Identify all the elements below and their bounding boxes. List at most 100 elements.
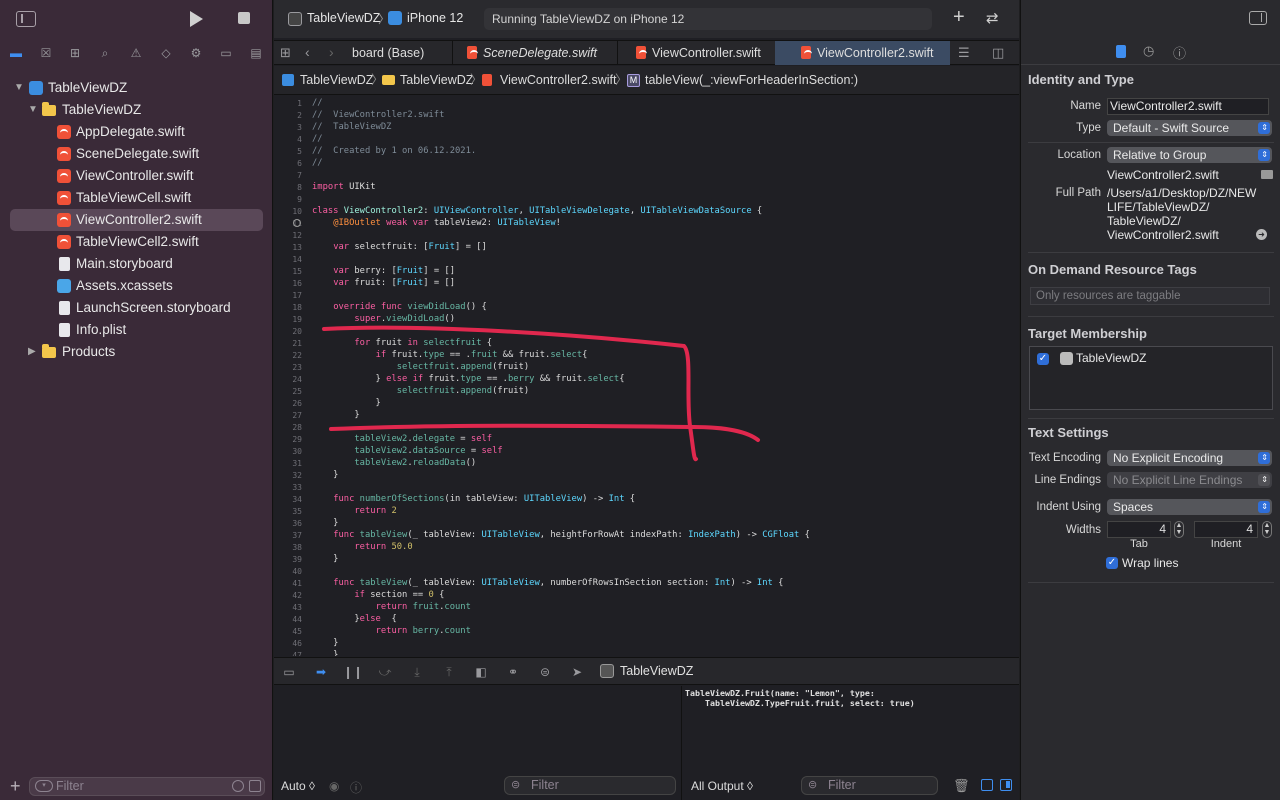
add-icon[interactable]: + (10, 776, 21, 797)
tree-file-row[interactable]: Assets.xcassets (0, 275, 273, 297)
issue-navigator-icon[interactable]: ⚠ (126, 44, 146, 62)
help-inspector-icon[interactable]: ⓘ (1173, 43, 1186, 62)
editor-options-icon[interactable]: ☰ (958, 45, 970, 61)
filter-icon: ⊜ (511, 779, 521, 791)
tree-file-row[interactable]: TableViewCell2.swift (0, 231, 273, 253)
tab-main-storyboard[interactable]: board (Base) (346, 41, 452, 65)
split-editor-icon[interactable]: ◫ (992, 45, 1004, 61)
encoding-popup[interactable]: No Explicit Encoding ⇕ (1107, 450, 1272, 466)
step-out-icon[interactable]: ⤒ (440, 664, 458, 680)
breakpoint-navigator-icon[interactable]: ▭ (216, 44, 236, 62)
show-variables-icon[interactable] (981, 779, 993, 791)
indent-using-popup[interactable]: Spaces ⇕ (1107, 499, 1272, 515)
editor-area: TableViewDZ 〉 iPhone 12 Running TableVie… (274, 0, 1019, 800)
tree-project-row[interactable]: ▼ TableViewDZ (0, 77, 273, 99)
target-checkbox[interactable]: ✓ (1037, 353, 1049, 365)
jump-file[interactable]: ViewController2.swift (500, 66, 616, 95)
wrap-lines-checkbox[interactable]: ✓ (1106, 557, 1118, 569)
tree-file-row[interactable]: ViewController.swift (0, 165, 273, 187)
jump-group[interactable]: TableViewDZ (400, 66, 473, 95)
tree-file-row[interactable]: Main.storyboard (0, 253, 273, 275)
breakpoints-toggle-icon[interactable]: ➡ (312, 664, 330, 680)
eye-icon[interactable]: ◉ (329, 779, 339, 793)
navigator-sidebar: ▬ ☒ ⊞ ⌕ ⚠ ◇ ⚙ ▭ ▤ ▼ TableViewDZ ▼ TableV… (0, 0, 273, 800)
environment-overrides-icon[interactable]: ⊜ (536, 664, 554, 680)
stop-button[interactable] (238, 12, 250, 24)
grid-icon[interactable]: ⊞ (280, 45, 291, 61)
memory-graph-icon[interactable]: ⚭ (504, 664, 522, 680)
line-endings-popup[interactable]: No Explicit Line Endings ⇕ (1107, 472, 1272, 488)
scheme-selector[interactable]: TableViewDZ (307, 11, 380, 25)
variables-filter-input[interactable]: ⊜ Filter (504, 776, 676, 795)
source-control-icon[interactable]: ☒ (36, 44, 56, 62)
trash-icon[interactable]: 🗑 (953, 778, 970, 794)
indent-width-field[interactable]: 4 (1194, 521, 1258, 538)
disclosure-open-icon[interactable]: ▼ (28, 99, 38, 121)
tree-group-row[interactable]: ▼ TableViewDZ (0, 99, 273, 121)
reveal-arrow-icon[interactable]: ➜ (1256, 229, 1267, 240)
tree-file-row[interactable]: LaunchScreen.storyboard (0, 297, 273, 319)
filter-options-icon[interactable]: ▾ (35, 780, 53, 792)
debug-navigator-icon[interactable]: ⚙ (186, 44, 206, 62)
jump-symbol[interactable]: tableView(_:viewForHeaderInSection:) (645, 66, 858, 95)
folder-icon[interactable] (1261, 170, 1273, 179)
pause-icon[interactable]: ❙❙ (343, 664, 363, 680)
navigator-filter-input[interactable]: ▾ Filter (29, 777, 265, 796)
tree-file-row[interactable]: SceneDelegate.swift (0, 143, 273, 165)
disclosure-open-icon[interactable]: ▼ (14, 77, 24, 99)
tab-width-field[interactable]: 4 (1107, 521, 1171, 538)
test-navigator-icon[interactable]: ◇ (156, 44, 176, 62)
name-field[interactable]: ViewController2.swift (1107, 98, 1269, 115)
source-editor[interactable]: 1 2 3 4 5 6 7 8 9 10 11 12 13 14 15 16 17 18 19 20 21 22 23 24 2… (274, 96, 1019, 656)
tab-scenedelegate[interactable]: SceneDelegate.swift (452, 41, 617, 65)
swift-file-icon (57, 169, 71, 183)
step-over-icon[interactable]: ⤻ (376, 664, 394, 680)
code-review-icon[interactable]: ⇄ (986, 9, 999, 27)
tree-products-row[interactable]: ▶ Products (0, 341, 273, 363)
step-into-icon[interactable]: ⤓ (408, 664, 426, 680)
show-console-icon[interactable] (1000, 779, 1012, 791)
symbol-navigator-icon[interactable]: ⊞ (65, 44, 85, 62)
report-navigator-icon[interactable]: ▤ (246, 44, 266, 62)
disclosure-closed-icon[interactable]: ▶ (28, 341, 36, 363)
view-hierarchy-icon[interactable]: ◧ (472, 664, 490, 680)
divider (1021, 64, 1280, 65)
filter-placeholder: Filter (828, 778, 856, 792)
debug-process-label[interactable]: TableViewDZ (620, 664, 693, 678)
indent-width-stepper[interactable]: ▲ ▼ (1262, 521, 1272, 538)
scm-filter-icon[interactable] (249, 780, 261, 792)
tree-file-row-selected[interactable]: ViewController2.swift (10, 209, 263, 231)
location-icon[interactable]: ➤ (568, 664, 586, 680)
find-navigator-icon[interactable]: ⌕ (95, 44, 115, 62)
hide-debug-icon[interactable]: ▭ (280, 664, 298, 680)
recent-files-icon[interactable] (232, 780, 244, 792)
odr-tags-field[interactable]: Only resources are taggable (1030, 287, 1270, 305)
console-view[interactable]: TableViewDZ.Fruit(name: "Lemon", type: T… (683, 686, 1019, 800)
sidebar-toggle-icon[interactable] (16, 11, 36, 27)
tree-file-row[interactable]: Info.plist (0, 319, 273, 341)
tree-file-row[interactable]: AppDelegate.swift (0, 121, 273, 143)
jump-project[interactable]: TableViewDZ (300, 66, 373, 95)
tab-width-stepper[interactable]: ▲ ▼ (1174, 521, 1184, 538)
console-output-selector[interactable]: All Output ◊ (691, 779, 753, 793)
variables-scope-selector[interactable]: Auto ◊ (281, 779, 315, 793)
console-filter-input[interactable]: ⊜ Filter (801, 776, 938, 795)
file-inspector-icon[interactable] (1116, 45, 1126, 58)
tab-viewcontroller2[interactable]: ViewController2.swift (775, 41, 950, 65)
folder-navigator-icon[interactable]: ▬ (6, 44, 26, 62)
info-icon[interactable]: ⓘ (350, 779, 362, 796)
location-popup[interactable]: Relative to Group ⇕ (1107, 147, 1272, 163)
device-selector[interactable]: iPhone 12 (407, 11, 463, 25)
console-output: TableViewDZ.Fruit(name: "Lemon", type: T… (685, 688, 915, 708)
run-button[interactable] (190, 11, 203, 27)
inspector-toggle-icon[interactable] (1249, 11, 1267, 25)
tree-file-row[interactable]: TableViewCell.swift (0, 187, 273, 209)
type-popup[interactable]: Default - Swift Source ⇕ (1107, 120, 1272, 136)
tab-viewcontroller[interactable]: ViewController.swift (617, 41, 775, 65)
library-add-icon[interactable]: + (953, 6, 965, 29)
target-list: ✓ TableViewDZ (1029, 346, 1273, 410)
forward-arrow-icon[interactable]: › (329, 44, 334, 60)
full-path-label: Full Path (1055, 187, 1101, 199)
history-inspector-icon[interactable]: ◷ (1143, 43, 1154, 59)
back-arrow-icon[interactable]: ‹ (305, 44, 310, 60)
